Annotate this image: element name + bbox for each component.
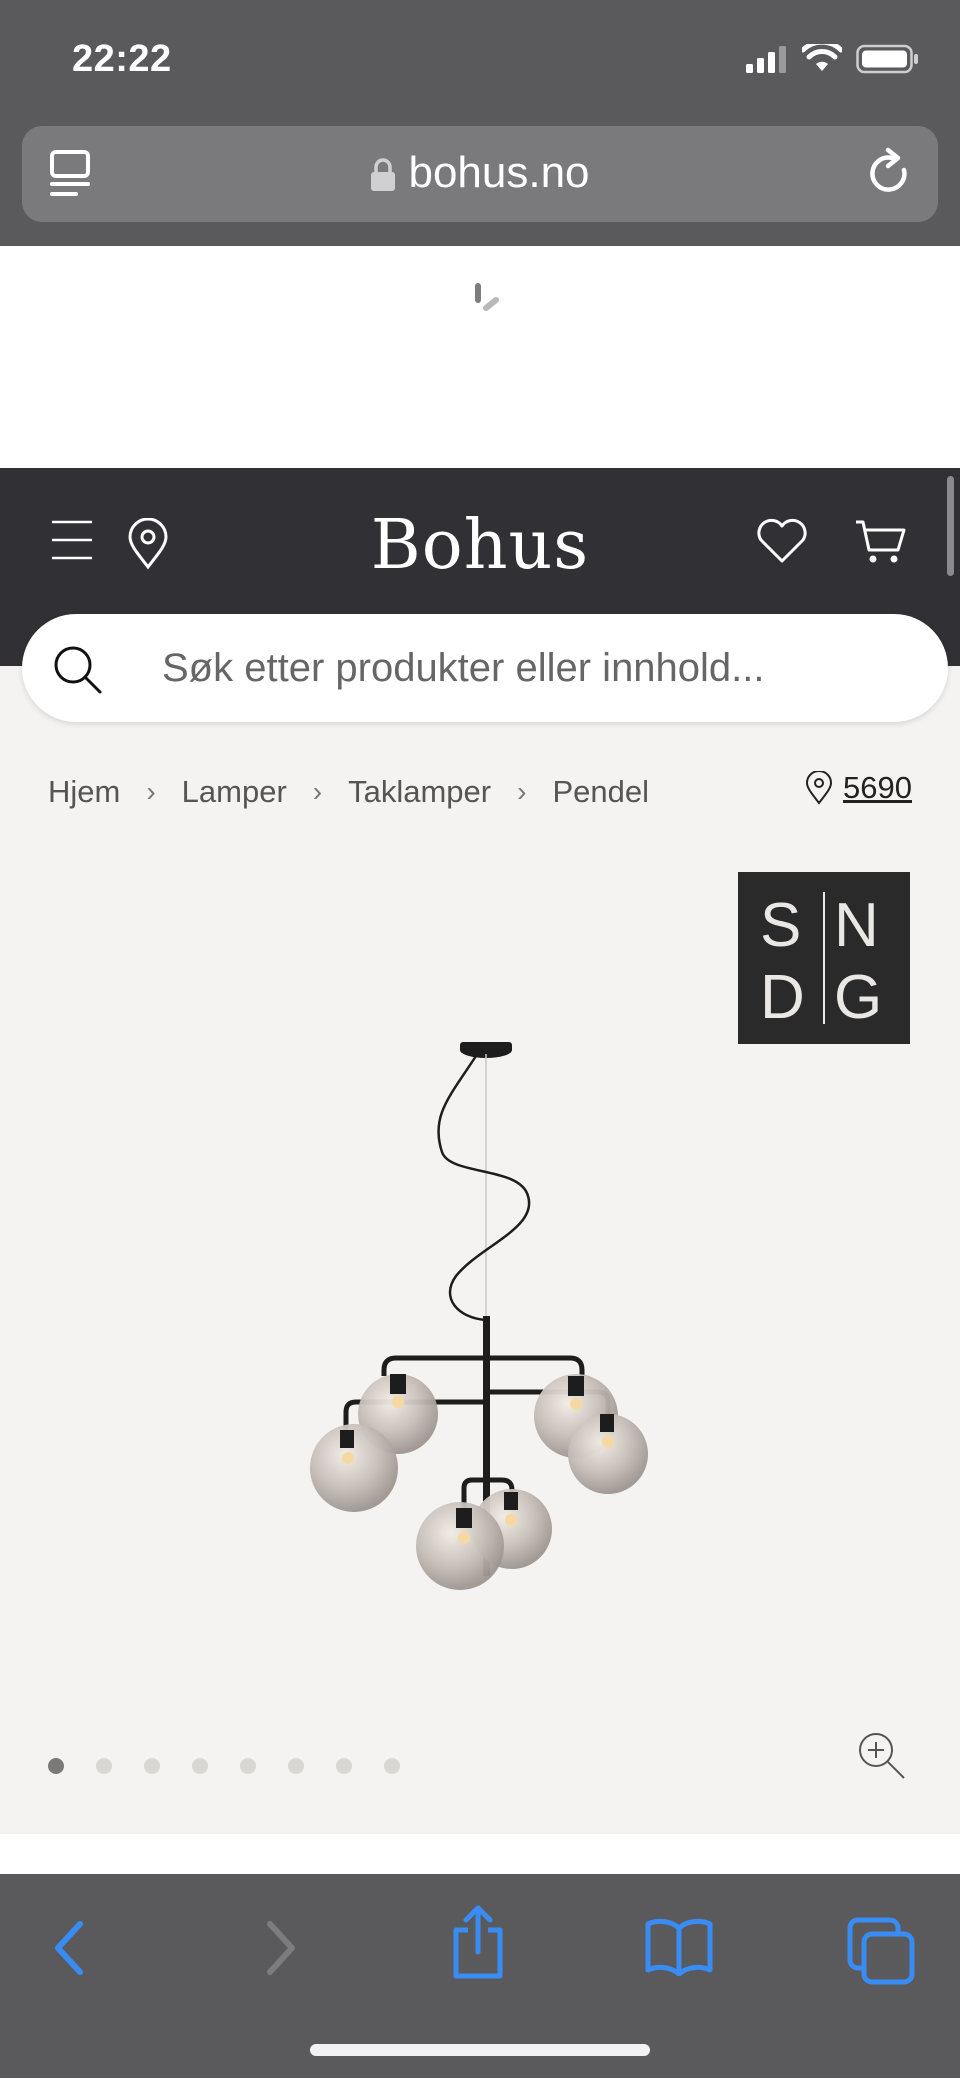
scrollbar-thumb[interactable] [947, 476, 954, 576]
favorites-heart-icon[interactable] [756, 518, 808, 564]
status-bar: 22:22 [0, 0, 960, 120]
signal-icon [746, 46, 786, 73]
status-icons [744, 44, 920, 74]
search-input[interactable] [162, 634, 922, 702]
postal-code[interactable]: 5690 [843, 770, 912, 806]
breadcrumb-item-ceiling-lamps[interactable]: Taklamper [348, 774, 491, 810]
brand-letter: N [834, 891, 879, 960]
content-below [0, 1834, 960, 1874]
postal-code-selector[interactable]: 5690 [805, 770, 912, 806]
site-logo[interactable]: Bohus [0, 506, 960, 585]
breadcrumb: Hjem › Lamper › Taklamper › Pendel [48, 774, 649, 810]
location-pin-icon [806, 771, 833, 805]
chevron-right-icon: › [517, 776, 527, 807]
brand-letter: D [760, 963, 805, 1032]
carousel-dot[interactable] [336, 1758, 352, 1774]
breadcrumb-item-home[interactable]: Hjem [48, 774, 120, 810]
url-domain[interactable]: bohus.no [22, 148, 938, 198]
tabs-icon[interactable] [846, 1916, 916, 1986]
back-arrow-icon[interactable] [48, 1916, 92, 1980]
carousel-dot[interactable] [240, 1758, 256, 1774]
brand-logo-badge[interactable]: S N D G [738, 872, 910, 1044]
carousel-dot[interactable] [48, 1758, 64, 1774]
home-indicator[interactable] [310, 2044, 650, 2056]
carousel-dot[interactable] [192, 1758, 208, 1774]
product-main: Hjem › Lamper › Taklamper › Pendel 5690 … [0, 666, 960, 1834]
carousel-indicators [48, 1758, 400, 1774]
breadcrumb-item-lamps[interactable]: Lamper [182, 774, 287, 810]
loading-area [0, 246, 960, 468]
breadcrumb-item-pendant[interactable]: Pendel [552, 774, 649, 810]
reload-icon[interactable] [864, 146, 914, 202]
loading-spinner-icon [475, 283, 499, 311]
search-bar[interactable] [22, 614, 948, 722]
address-bar[interactable]: bohus.no [22, 126, 938, 222]
brand-letter: G [834, 963, 883, 1032]
shopping-cart-icon[interactable] [854, 518, 906, 566]
search-icon[interactable] [52, 644, 104, 696]
chevron-right-icon: › [312, 776, 323, 807]
product-image-pendant-lamp[interactable] [280, 946, 680, 1666]
carousel-dot[interactable] [144, 1758, 160, 1774]
forward-arrow-icon[interactable] [258, 1916, 302, 1980]
brand-letter: S [760, 891, 802, 960]
battery-icon [856, 44, 918, 74]
carousel-dot[interactable] [384, 1758, 400, 1774]
carousel-dot[interactable] [288, 1758, 304, 1774]
status-time: 22:22 [72, 38, 172, 80]
zoom-in-icon[interactable] [856, 1730, 908, 1782]
browser-toolbar [0, 1874, 960, 2078]
wifi-icon [802, 44, 842, 71]
bookmarks-book-icon[interactable] [644, 1916, 714, 1976]
carousel-dot[interactable] [96, 1758, 112, 1774]
chevron-right-icon: › [146, 776, 156, 807]
url-domain-text: bohus.no [408, 148, 590, 197]
lock-icon [371, 158, 396, 192]
share-icon[interactable] [448, 1904, 508, 1980]
brand-divider [823, 892, 825, 1024]
